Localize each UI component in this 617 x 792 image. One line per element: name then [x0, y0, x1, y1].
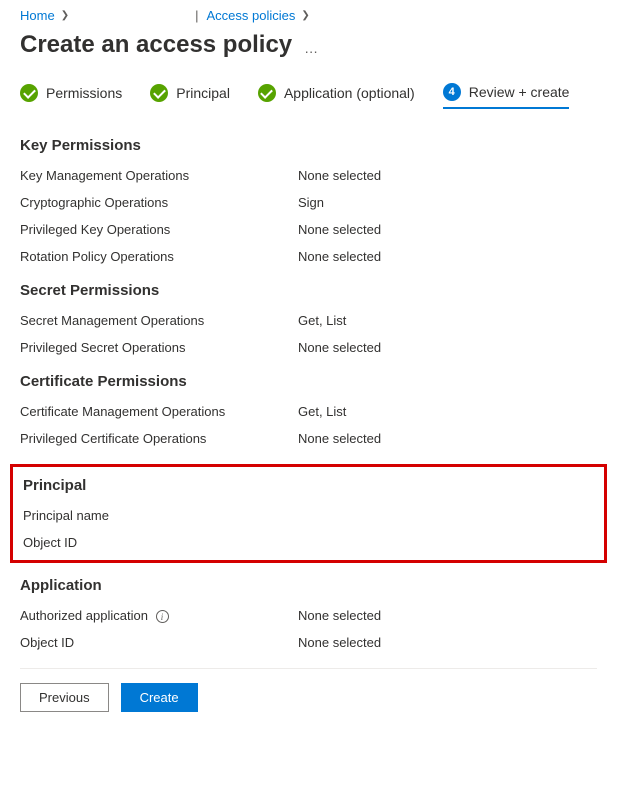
kv-row: Cryptographic Operations Sign: [20, 195, 597, 210]
page-title: Create an access policy: [20, 31, 292, 59]
footer-separator: [20, 668, 597, 669]
kv-key: Secret Management Operations: [20, 313, 298, 328]
kv-val: None selected: [298, 222, 597, 237]
more-actions-icon[interactable]: …: [304, 34, 319, 56]
check-icon: [20, 84, 38, 102]
kv-key: Privileged Secret Operations: [20, 340, 298, 355]
kv-key-text: Authorized application: [20, 608, 148, 623]
kv-val: None selected: [298, 168, 597, 183]
kv-key: Privileged Key Operations: [20, 222, 298, 237]
kv-val: None selected: [298, 340, 597, 355]
kv-row: Privileged Key Operations None selected: [20, 222, 597, 237]
kv-row: Principal name: [23, 508, 594, 523]
footer-buttons: Previous Create: [20, 683, 597, 712]
kv-row: Certificate Management Operations Get, L…: [20, 404, 597, 419]
kv-row: Secret Management Operations Get, List: [20, 313, 597, 328]
kv-row: Authorized application i None selected: [20, 608, 597, 623]
kv-key: Principal name: [23, 508, 301, 523]
kv-val: Get, List: [298, 313, 597, 328]
kv-key: Object ID: [20, 635, 298, 650]
step-permissions[interactable]: Permissions: [20, 84, 122, 108]
kv-row: Rotation Policy Operations None selected: [20, 249, 597, 264]
step-label: Principal: [176, 85, 230, 101]
step-principal[interactable]: Principal: [150, 84, 230, 108]
kv-val: [301, 535, 594, 550]
kv-val: None selected: [298, 431, 597, 446]
kv-val: Get, List: [298, 404, 597, 419]
step-label: Review + create: [469, 84, 570, 100]
step-label: Permissions: [46, 85, 122, 101]
kv-row: Key Management Operations None selected: [20, 168, 597, 183]
chevron-right-icon: ❯: [61, 10, 69, 21]
section-key-permissions: Key Permissions Key Management Operation…: [20, 137, 597, 264]
step-label: Application (optional): [284, 85, 415, 101]
kv-key: Object ID: [23, 535, 301, 550]
breadcrumb: Home ❯ | Access policies ❯: [20, 8, 597, 23]
kv-key: Rotation Policy Operations: [20, 249, 298, 264]
step-number-icon: 4: [443, 83, 461, 101]
kv-key: Authorized application i: [20, 608, 298, 623]
kv-val: None selected: [298, 249, 597, 264]
kv-row: Privileged Secret Operations None select…: [20, 340, 597, 355]
section-heading: Principal: [23, 477, 594, 494]
wizard-steps: Permissions Principal Application (optio…: [20, 83, 597, 109]
page-title-row: Create an access policy …: [20, 31, 597, 59]
kv-key: Privileged Certificate Operations: [20, 431, 298, 446]
kv-key: Cryptographic Operations: [20, 195, 298, 210]
previous-button[interactable]: Previous: [20, 683, 109, 712]
check-icon: [258, 84, 276, 102]
kv-key: Certificate Management Operations: [20, 404, 298, 419]
chevron-right-icon: ❯: [301, 10, 309, 21]
kv-row: Object ID None selected: [20, 635, 597, 650]
section-heading: Certificate Permissions: [20, 373, 597, 390]
section-heading: Key Permissions: [20, 137, 597, 154]
kv-val: Sign: [298, 195, 597, 210]
kv-row: Object ID: [23, 535, 594, 550]
section-certificate-permissions: Certificate Permissions Certificate Mana…: [20, 373, 597, 446]
info-icon[interactable]: i: [156, 610, 169, 623]
kv-row: Privileged Certificate Operations None s…: [20, 431, 597, 446]
breadcrumb-access-policies[interactable]: Access policies: [206, 8, 295, 23]
section-heading: Secret Permissions: [20, 282, 597, 299]
kv-val: None selected: [298, 608, 597, 623]
section-secret-permissions: Secret Permissions Secret Management Ope…: [20, 282, 597, 355]
section-principal-highlight: Principal Principal name Object ID: [10, 464, 607, 563]
create-button[interactable]: Create: [121, 683, 198, 712]
step-review[interactable]: 4 Review + create: [443, 83, 570, 109]
breadcrumb-home[interactable]: Home: [20, 8, 55, 23]
kv-val: None selected: [298, 635, 597, 650]
kv-val: [301, 508, 594, 523]
section-application: Application Authorized application i Non…: [20, 577, 597, 650]
step-application[interactable]: Application (optional): [258, 84, 415, 108]
kv-key: Key Management Operations: [20, 168, 298, 183]
breadcrumb-divider: |: [195, 8, 198, 23]
section-heading: Application: [20, 577, 597, 594]
check-icon: [150, 84, 168, 102]
